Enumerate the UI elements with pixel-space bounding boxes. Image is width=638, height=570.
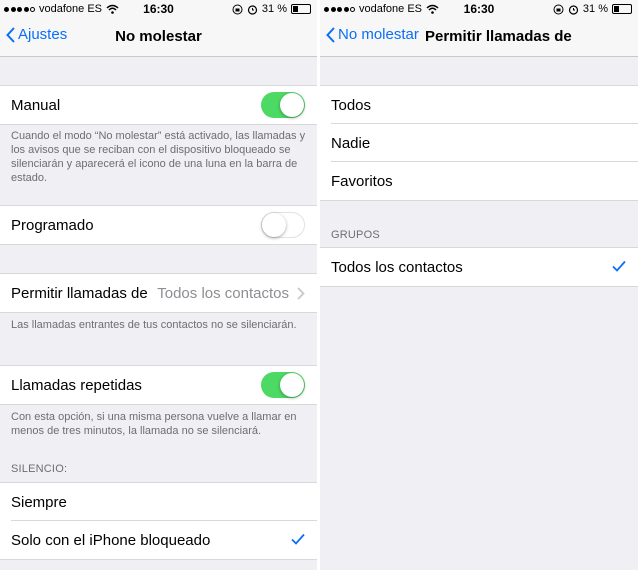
chevron-left-icon (326, 26, 335, 43)
manual-footnote: Cuando el modo “No molestar” está activa… (11, 130, 306, 184)
status-bar: vodafone ES 16:30 31 % (0, 0, 317, 18)
allow-calls-value: Todos los contactos (157, 285, 289, 302)
battery-icon (612, 4, 632, 14)
allow-calls-screen: vodafone ES 16:30 31 % No molestar Permi… (320, 0, 638, 570)
manual-toggle[interactable] (261, 92, 305, 118)
silence-option-label: Siempre (11, 494, 67, 511)
silence-option-always[interactable]: Siempre (0, 483, 317, 521)
group-bottom-line (320, 286, 638, 287)
status-right: 31 % (553, 3, 632, 15)
allow-calls-footnote: Las llamadas entrantes de tus contactos … (11, 319, 297, 331)
manual-row[interactable]: Manual (0, 86, 317, 124)
option-all-contacts[interactable]: Todos los contactos (320, 248, 638, 286)
silence-header: SILENCIO: (11, 463, 68, 475)
checkmark-icon (291, 533, 305, 545)
chevron-right-icon (297, 287, 305, 300)
screens: vodafone ES 16:30 31 % Ajustes No molest… (0, 0, 638, 570)
group-bottom-line (320, 200, 638, 201)
allow-calls-label: Permitir llamadas de (11, 285, 148, 302)
page-title: No molestar (115, 28, 202, 45)
option-everyone[interactable]: Todos (320, 86, 638, 124)
alarm-icon (247, 4, 258, 15)
allow-calls-row[interactable]: Permitir llamadas de Todos los contactos (0, 274, 317, 312)
group-bottom-line (0, 312, 317, 313)
status-right: 31 % (232, 3, 311, 15)
scheduled-row[interactable]: Programado (0, 206, 317, 244)
group-bottom-line (0, 244, 317, 245)
silence-option-label: Solo con el iPhone bloqueado (11, 532, 211, 549)
groups-header: GRUPOS (331, 229, 380, 241)
navigation-bar: No molestar Permitir llamadas de (320, 18, 638, 57)
do-not-disturb-screen: vodafone ES 16:30 31 % Ajustes No molest… (0, 0, 317, 570)
status-bar: vodafone ES 16:30 31 % (320, 0, 638, 18)
silence-option-locked[interactable]: Solo con el iPhone bloqueado (0, 521, 317, 559)
manual-label: Manual (11, 97, 61, 114)
battery-icon (291, 4, 311, 14)
option-label: Todos (331, 97, 372, 114)
option-label: Favoritos (331, 173, 393, 190)
back-button[interactable]: No molestar (326, 26, 419, 43)
lock-rotation-icon (553, 4, 564, 14)
scheduled-label: Programado (11, 217, 94, 234)
page-title: Permitir llamadas de (425, 28, 572, 45)
battery-percent: 31 % (261, 3, 287, 15)
lock-rotation-icon (232, 4, 243, 14)
option-nobody[interactable]: Nadie (320, 124, 638, 162)
repeated-calls-label: Llamadas repetidas (11, 377, 142, 394)
option-favorites[interactable]: Favoritos (320, 162, 638, 200)
scheduled-toggle[interactable] (261, 212, 305, 238)
repeated-calls-toggle[interactable] (261, 372, 305, 398)
back-label: No molestar (338, 26, 419, 43)
repeated-calls-footnote: Con esta opción, si una misma persona vu… (11, 411, 297, 437)
checkmark-icon (612, 260, 626, 272)
repeated-calls-row[interactable]: Llamadas repetidas (0, 366, 317, 404)
option-label: Todos los contactos (331, 259, 463, 276)
alarm-icon (568, 4, 579, 15)
group-bottom-line (0, 124, 317, 125)
navigation-bar: Ajustes No molestar (0, 18, 317, 57)
battery-percent: 31 % (582, 3, 608, 15)
group-bottom-line (0, 404, 317, 405)
option-label: Nadie (331, 135, 371, 152)
group-bottom-line (0, 559, 317, 560)
